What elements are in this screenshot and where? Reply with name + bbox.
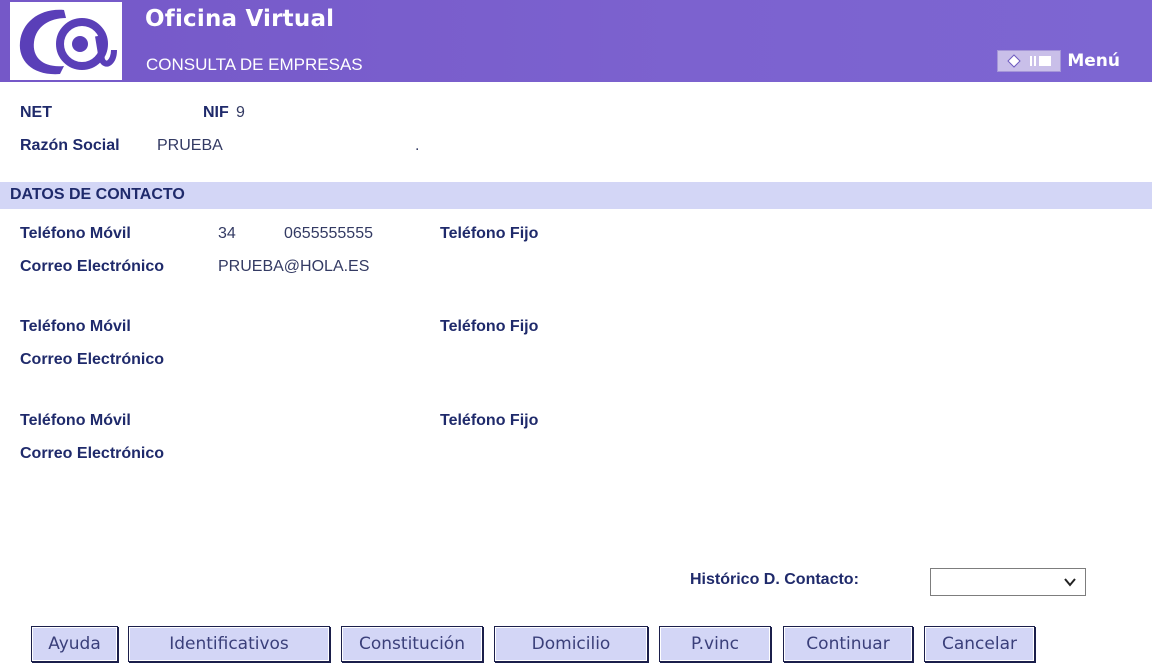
domicilio-button[interactable]: Domicilio — [494, 626, 648, 662]
menu-label[interactable]: Menú — [1067, 51, 1120, 71]
landline-label: Teléfono Fijo — [440, 225, 539, 242]
mobile-label: Teléfono Móvil — [20, 225, 131, 242]
nav-arrows-icon — [1007, 54, 1022, 68]
landline-label: Teléfono Fijo — [440, 412, 539, 429]
cancel-button[interactable]: Cancelar — [924, 626, 1035, 662]
mobile-label: Teléfono Móvil — [20, 318, 131, 335]
logo-mark-icon — [19, 9, 117, 75]
mobile-label: Teléfono Móvil — [20, 412, 131, 429]
continue-button[interactable]: Continuar — [783, 626, 913, 662]
razon-social-label: Razón Social — [20, 137, 120, 154]
email-label: Correo Electrónico — [20, 351, 165, 368]
pvinc-button[interactable]: P.vinc — [659, 626, 771, 662]
email-label: Correo Electrónico — [20, 445, 165, 462]
nif-value: 9 — [236, 104, 245, 121]
section-bar: DATOS DE CONTACTO — [0, 182, 1152, 209]
section-title: DATOS DE CONTACTO — [10, 186, 185, 203]
app-header: Oficina Virtual CONSULTA DE EMPRESAS Men… — [0, 0, 1152, 82]
index-icon — [1030, 56, 1052, 66]
menu[interactable]: Menú — [997, 50, 1120, 72]
menu-icons[interactable] — [997, 50, 1062, 72]
constitucion-button[interactable]: Constitución — [341, 626, 483, 662]
mobile-prefix: 34 — [218, 225, 236, 242]
razon-social-trailing: . — [415, 137, 420, 154]
history-select[interactable] — [930, 568, 1086, 596]
email-label: Correo Electrónico — [20, 258, 165, 275]
razon-social-value: PRUEBA — [157, 137, 223, 154]
history-label: Histórico D. Contacto: — [690, 571, 859, 588]
email-value: PRUEBA@HOLA.ES — [218, 258, 370, 275]
mobile-value: 0655555555 — [284, 225, 373, 242]
page-subtitle: CONSULTA DE EMPRESAS — [146, 55, 363, 74]
net-label: NET — [20, 104, 52, 121]
app-title: Oficina Virtual — [145, 6, 335, 32]
logo — [10, 2, 122, 80]
chevron-down-icon — [1064, 578, 1076, 587]
landline-label: Teléfono Fijo — [440, 318, 539, 335]
help-button[interactable]: Ayuda — [31, 626, 118, 662]
identificativos-button[interactable]: Identificativos — [128, 626, 330, 662]
nif-label: NIF — [203, 104, 229, 121]
